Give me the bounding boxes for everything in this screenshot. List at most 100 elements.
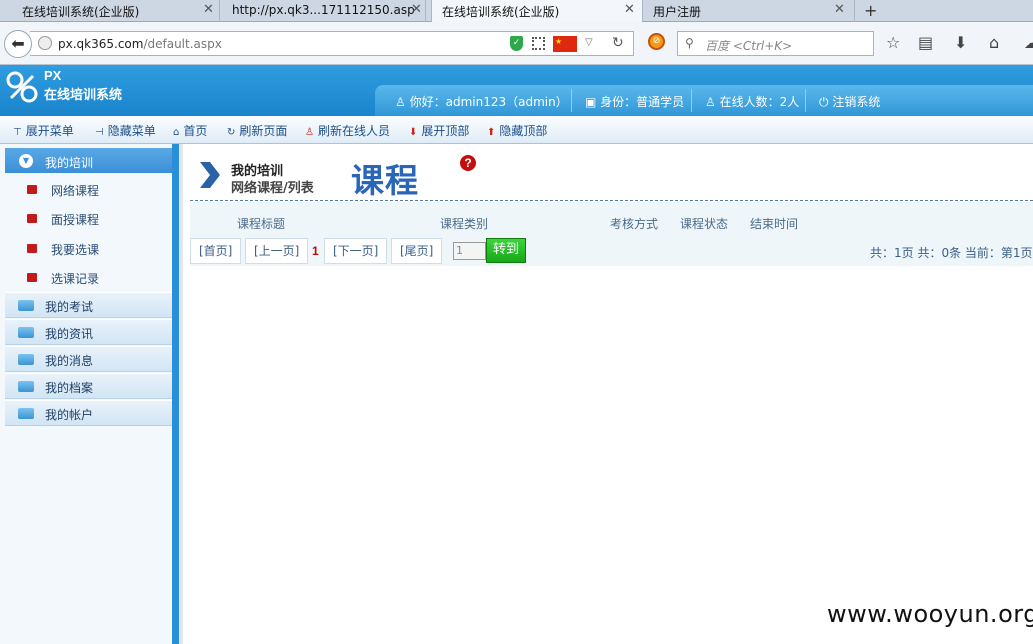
- page-title: 课程: [351, 161, 419, 200]
- greeting: ♙ 你好：admin123（admin）: [395, 95, 568, 109]
- reload-icon[interactable]: ↻: [612, 35, 624, 51]
- arrow-up-icon: ⬆: [487, 127, 496, 138]
- divider: [691, 89, 692, 112]
- download-icon[interactable]: ⬇: [954, 33, 967, 52]
- close-icon[interactable]: ✕: [203, 2, 214, 17]
- current-page-number: 1: [312, 244, 319, 258]
- sidebar-item-label: 网络课程: [51, 184, 100, 198]
- table-header: 课程标题 课程类别 考核方式 课程状态 结束时间: [190, 202, 1033, 239]
- browser-tab-strip: 在线培训系统(企业版) ✕ http://px.qk3...171112150.…: [0, 0, 1033, 23]
- user-icon: ♙: [705, 95, 716, 109]
- adblock-icon[interactable]: ⊘: [648, 33, 665, 50]
- qr-code-icon[interactable]: [532, 37, 545, 50]
- last-page-button[interactable]: [尾页]: [391, 238, 443, 264]
- tab-title: 在线培训系统(企业版): [22, 5, 140, 19]
- hide-top-button[interactable]: ⬆ 隐藏顶部: [487, 122, 547, 139]
- sidebar-subitem-online-course[interactable]: 网络课程: [5, 174, 172, 204]
- book-icon: [27, 244, 37, 253]
- chevron-down-icon[interactable]: ▽: [585, 37, 593, 48]
- folder-icon: [18, 354, 34, 365]
- identity: ▣ 身份：普通学员: [585, 95, 685, 109]
- prev-page-button[interactable]: [上一页]: [245, 238, 309, 264]
- search-input[interactable]: ⚲ 百度 <Ctrl+K>: [677, 31, 874, 56]
- column-header-end-time: 结束时间: [750, 217, 799, 231]
- browser-tab-1[interactable]: 在线培训系统(企业版) ✕: [0, 0, 220, 22]
- url-bar[interactable]: px.qk365.com/default.aspx ✓ ★ ▽ ↻: [30, 31, 634, 56]
- reading-list-icon[interactable]: ▤: [918, 33, 933, 52]
- chevron-right-icon: [200, 162, 220, 188]
- close-icon[interactable]: ✕: [624, 2, 635, 17]
- pagination: [首页] [上一页] 1 [下一页] [尾页] 1 转到 共：1页 共：0条 当…: [190, 236, 1033, 266]
- sidebar-item-label: 我的培训: [45, 156, 94, 170]
- user-icon: ♙: [395, 95, 406, 109]
- expand-top-button[interactable]: ⬇ 展开顶部: [409, 122, 469, 139]
- chat-icon[interactable]: ☁: [1024, 33, 1033, 52]
- app-header: PX 在线培训系统 ♙ 你好：admin123（admin） ▣ 身份：普通学员…: [0, 65, 1033, 116]
- browser-tab-3-active[interactable]: 在线培训系统(企业版) ✕: [431, 0, 643, 23]
- bookmark-star-icon[interactable]: ☆: [886, 33, 900, 52]
- close-icon[interactable]: ✕: [834, 2, 845, 17]
- next-page-button[interactable]: [下一页]: [324, 238, 388, 264]
- folder-icon: [18, 300, 34, 311]
- home-button[interactable]: ⌂ 首页: [173, 122, 207, 139]
- first-page-button[interactable]: [首页]: [190, 238, 242, 264]
- book-icon: [27, 185, 37, 194]
- sidebar-item-my-profile[interactable]: 我的档案: [5, 373, 172, 399]
- close-icon[interactable]: ✕: [411, 2, 422, 17]
- folder-icon: [18, 327, 34, 338]
- page-number-input[interactable]: 1: [453, 242, 486, 260]
- sidebar-item-my-training[interactable]: ▼ 我的培训: [5, 148, 172, 173]
- sidebar-item-label: 我的帐户: [45, 408, 94, 422]
- sidebar-item-label: 我的档案: [45, 381, 94, 395]
- home-icon: ⌂: [173, 127, 180, 138]
- refresh-page-button[interactable]: ↻ 刷新页面: [227, 122, 287, 139]
- tab-title: http://px.qk3...171112150.asp: [232, 3, 415, 17]
- back-button[interactable]: ⬅: [4, 30, 32, 58]
- sidebar-item-my-news[interactable]: 我的资讯: [5, 319, 172, 345]
- folder-icon: [18, 408, 34, 419]
- sidebar-subitem-face-course[interactable]: 面授课程: [5, 203, 172, 233]
- divider: [805, 89, 806, 112]
- go-button[interactable]: 转到: [486, 238, 526, 263]
- user-bar: ♙ 你好：admin123（admin） ▣ 身份：普通学员 ♙ 在线人数：2人…: [375, 85, 1033, 116]
- security-shield-icon[interactable]: ✓: [510, 36, 523, 51]
- pin-side-icon: ⊣: [95, 127, 104, 138]
- logo-short: PX: [44, 68, 62, 83]
- browser-tab-4[interactable]: 用户注册 ✕: [645, 0, 855, 22]
- tab-title: 用户注册: [653, 5, 702, 19]
- user-refresh-icon: ♙: [305, 127, 314, 138]
- chevron-down-icon: ▼: [19, 154, 33, 168]
- home-icon[interactable]: ⌂: [989, 33, 999, 52]
- watermark: www.wooyun.org: [827, 600, 1033, 628]
- help-icon[interactable]: ?: [460, 155, 476, 171]
- browser-tab-2[interactable]: http://px.qk3...171112150.asp ✕: [222, 0, 426, 22]
- divider: [571, 89, 572, 112]
- refresh-online-button[interactable]: ♙ 刷新在线人员: [305, 122, 390, 139]
- power-icon: ⏻: [819, 95, 829, 109]
- search-icon: ⚲: [685, 36, 694, 50]
- sidebar-item-label: 我的资讯: [45, 327, 94, 341]
- logo-name: 在线培训系统: [44, 88, 123, 103]
- sidebar-splitter[interactable]: [179, 144, 183, 644]
- hide-menu-button[interactable]: ⊣ 隐藏菜单: [95, 122, 156, 139]
- pin-icon: ⊤: [13, 127, 22, 138]
- sidebar-scroll-edge: [172, 144, 179, 644]
- refresh-icon: ↻: [227, 127, 236, 138]
- book-icon: [27, 214, 37, 223]
- new-tab-icon[interactable]: +: [864, 1, 877, 20]
- column-header-category: 课程类别: [440, 217, 489, 231]
- url-text: px.qk365.com/default.aspx: [58, 37, 222, 51]
- logo-icon: [6, 71, 38, 103]
- column-header-title: 课程标题: [237, 217, 286, 231]
- arrow-left-icon: ⬅: [11, 34, 25, 53]
- sidebar-subitem-course-records[interactable]: 选课记录: [5, 262, 172, 292]
- sidebar-item-my-exams[interactable]: 我的考试: [5, 292, 172, 318]
- logout-link[interactable]: ⏻ 注销系统: [819, 93, 880, 110]
- sidebar-subitem-choose-course[interactable]: 我要选课: [5, 233, 172, 263]
- sidebar-item-label: 我的考试: [45, 300, 94, 314]
- expand-menu-button[interactable]: ⊤ 展开菜单: [13, 122, 74, 139]
- sidebar-item-label: 我的消息: [45, 354, 94, 368]
- sidebar-item-my-account[interactable]: 我的帐户: [5, 400, 172, 426]
- sidebar-item-my-messages[interactable]: 我的消息: [5, 346, 172, 372]
- china-flag-icon[interactable]: ★: [553, 36, 577, 52]
